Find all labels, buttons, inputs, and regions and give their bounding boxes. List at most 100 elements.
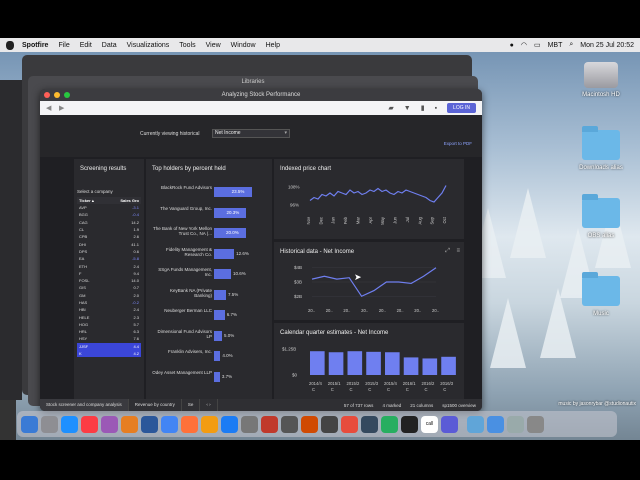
system-preferences-icon[interactable]	[241, 415, 258, 433]
metric-dropdown[interactable]: Net Income ▾	[212, 129, 290, 138]
desktop-icon-music[interactable]: Music	[570, 272, 632, 317]
safari-icon[interactable]	[61, 415, 78, 433]
holder-row[interactable]: KeyBank NA (Private Banking) 7.5%	[146, 288, 272, 308]
holder-row[interactable]: The Bank of New York Mellon Trust Co., N…	[146, 226, 272, 246]
music-app-icon[interactable]	[81, 415, 98, 433]
table-row[interactable]: GM 2.0	[77, 292, 141, 299]
tab-revenue-by-country[interactable]: Revenue by country	[129, 399, 182, 411]
calendar-estimates-chart[interactable]: $1.25B$02014/4C2015/1C2015/2C2015/3C2015…	[274, 323, 464, 399]
filter-icon[interactable]: ▼	[404, 105, 411, 112]
table-row[interactable]: HSY 7.6	[77, 335, 141, 342]
holder-bar[interactable]	[214, 269, 231, 279]
podcasts-icon[interactable]	[101, 415, 118, 433]
table-row[interactable]: CPB 2.6	[77, 233, 141, 240]
historical-net-income-chart[interactable]: $4B $3B $2B 20.. 20.. 20.. 20.. 20.. 20.. 20.. 20.…	[274, 242, 464, 320]
spotfire-dock-icon[interactable]	[321, 415, 338, 433]
login-button[interactable]: LOG IN	[447, 103, 476, 113]
tab-stock-screener[interactable]: Stock screener and company analysis	[40, 399, 129, 411]
holder-bar[interactable]	[214, 248, 235, 259]
launchpad-icon[interactable]	[41, 415, 58, 433]
table-row[interactable]: EA -5.8	[77, 255, 141, 262]
table-row[interactable]: HOG 5.7	[77, 321, 141, 328]
wifi-icon[interactable]: ◠	[521, 41, 527, 49]
table-row[interactable]: HRL 6.3	[77, 328, 141, 335]
notes-icon[interactable]	[201, 415, 218, 433]
table-row[interactable]: HAS -0.2	[77, 299, 141, 306]
table-row[interactable]: DHI 41.1	[77, 240, 141, 247]
app-icon[interactable]	[361, 415, 378, 433]
table-row[interactable]: F 9.4	[77, 270, 141, 277]
screenshot-stack-icon[interactable]	[507, 415, 524, 433]
shield-icon[interactable]	[441, 415, 458, 433]
holder-bar[interactable]	[214, 351, 221, 361]
terminal-icon[interactable]	[401, 415, 418, 433]
menu-app-name[interactable]: Spotfire	[22, 42, 48, 49]
word-icon[interactable]	[141, 415, 158, 433]
holder-row[interactable]: The Vanguard Group, Inc. 20.3%	[146, 206, 272, 226]
call-app-icon[interactable]: call	[421, 415, 438, 433]
holder-row[interactable]: Neuberger Berman LLC 6.7%	[146, 308, 272, 328]
firefox-icon[interactable]	[181, 415, 198, 433]
chrome-icon[interactable]	[161, 415, 178, 433]
holder-row[interactable]: Dimensional Fund Advisors LP 5.0%	[146, 329, 272, 349]
opera-icon[interactable]	[341, 415, 358, 433]
menu-help[interactable]: Help	[266, 42, 280, 49]
holder-row[interactable]: Odey Asset Management LLP 3.7%	[146, 370, 272, 390]
export-pdf-link[interactable]: Export to PDF	[444, 141, 472, 146]
holder-bar[interactable]	[214, 371, 220, 382]
holder-row[interactable]: SSgA Funds Management, Inc. 10.6%	[146, 267, 272, 287]
apple-icon[interactable]	[6, 40, 14, 50]
app-store-icon[interactable]	[221, 415, 238, 433]
powerpoint-icon[interactable]	[301, 415, 318, 433]
window-titlebar[interactable]: Analyzing Stock Performance	[40, 89, 482, 101]
excel-icon[interactable]	[381, 415, 398, 433]
stopwatch-icon[interactable]	[261, 415, 278, 433]
table-row[interactable]: FOSL 14.0	[77, 277, 141, 284]
desktop-icon-macintosh-hd[interactable]: Macintosh HD	[573, 62, 629, 98]
menu-visualizations[interactable]: Visualizations	[127, 42, 170, 49]
table-row[interactable]: K 4.2	[77, 349, 141, 358]
forward-arrow-icon[interactable]: ▶	[59, 105, 66, 112]
folder-stack-icon[interactable]	[487, 415, 504, 433]
desktop-icon-downloads[interactable]: Downloads alias	[570, 126, 632, 171]
holder-bar[interactable]	[214, 310, 225, 320]
table-row[interactable]: BGG -0.4	[77, 211, 141, 218]
comments-icon[interactable]: ▰	[388, 104, 393, 112]
holder-row[interactable]: Franklin Advisers, Inc. 4.0%	[146, 349, 272, 369]
holder-row[interactable]: BlackRock Fund Advisors 23.5%	[146, 185, 272, 205]
column-header-ticker[interactable]: Ticker ▴	[77, 198, 111, 203]
record-icon[interactable]: ●	[510, 42, 514, 49]
status-table[interactable]: sp1500 overview	[442, 403, 476, 408]
holder-bar[interactable]	[214, 330, 222, 341]
back-arrow-icon[interactable]: ◀	[46, 105, 53, 112]
tab-se[interactable]: Se	[182, 399, 201, 411]
column-header-sales-growth[interactable]: Sales Gro	[111, 198, 141, 203]
menu-file[interactable]: File	[58, 42, 69, 49]
battery-icon[interactable]: ▭	[534, 41, 541, 49]
menu-view[interactable]: View	[206, 42, 221, 49]
table-row[interactable]: CL 1.9	[77, 226, 141, 233]
tab-nav-arrows[interactable]: ‹ ›	[200, 399, 218, 411]
photos-icon[interactable]	[121, 415, 138, 433]
desktop-icon-obs[interactable]: OBS alias	[570, 194, 632, 239]
menu-window[interactable]: Window	[231, 42, 256, 49]
search-icon[interactable]: ⌕	[569, 41, 573, 49]
menu-edit[interactable]: Edit	[80, 42, 92, 49]
indexed-price-chart[interactable]: 108% 96% Nov Dec Jan Feb Mar Apr May Jun Jul Aug Sep…	[274, 159, 464, 239]
table-row[interactable]: CAG 14.2	[77, 219, 141, 226]
table-row[interactable]: AVP -3.1	[77, 204, 141, 211]
menu-tools[interactable]: Tools	[179, 42, 195, 49]
table-row[interactable]: ETH 2.4	[77, 262, 141, 269]
table-row[interactable]: GIS 0.7	[77, 284, 141, 291]
table-row[interactable]: HBI 2.4	[77, 306, 141, 313]
finder-icon[interactable]	[21, 415, 38, 433]
table-row[interactable]: DPS 0.6	[77, 248, 141, 255]
holder-bar[interactable]	[214, 289, 226, 300]
trash-icon[interactable]	[527, 415, 544, 433]
delete-icon[interactable]: ▪	[435, 105, 437, 112]
table-row[interactable]: HELE 2.3	[77, 313, 141, 320]
downloads-stack-icon[interactable]	[467, 415, 484, 433]
holder-row[interactable]: Fidelity Management & Research Co. 12.6%	[146, 247, 272, 267]
menu-datetime[interactable]: Mon 25 Jul 20:52	[580, 42, 634, 49]
table-row[interactable]: JJSF 4.4	[77, 342, 141, 350]
